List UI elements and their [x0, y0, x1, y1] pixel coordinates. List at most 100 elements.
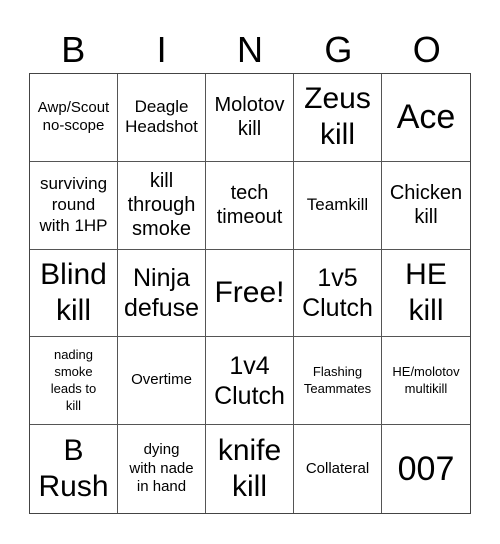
- bingo-cell-line: in hand: [136, 478, 187, 496]
- header-letter-b: B: [61, 29, 86, 70]
- header-letter-o: O: [412, 29, 441, 70]
- bingo-cell-label: Chicken kill: [390, 181, 462, 229]
- bingo-cell[interactable]: tech timeout: [206, 161, 294, 250]
- bingo-cell-line: kill: [232, 470, 267, 504]
- bingo-cell-line: kill: [149, 170, 174, 193]
- bingo-cell[interactable]: nading smoke leads to kill: [30, 337, 118, 426]
- bingo-cell-line: through: [127, 194, 196, 217]
- bingo-cell-line: smoke: [54, 363, 93, 379]
- bingo-cell-label: Zeus kill: [304, 81, 371, 153]
- bingo-cell-line: 1v5: [317, 263, 358, 292]
- bingo-cell-line: kill: [65, 397, 82, 413]
- bingo-cell[interactable]: Ninja defuse: [118, 249, 206, 338]
- bingo-cell-label: tech timeout: [217, 181, 283, 229]
- bingo-cell[interactable]: Ace: [382, 74, 470, 162]
- bingo-cell-line: Zeus: [304, 82, 371, 116]
- bingo-cell[interactable]: Flashing Teammates: [294, 337, 382, 426]
- bingo-cell[interactable]: surviving round with 1HP: [30, 161, 118, 250]
- bingo-cell-line: Teammates: [303, 380, 372, 396]
- bingo-cell-line: Collateral: [305, 459, 370, 477]
- bingo-cell-line: knife: [217, 434, 282, 468]
- bingo-cell-line: Deagle: [134, 96, 189, 116]
- bingo-cell-line: nading: [53, 347, 94, 362]
- bingo-cell-line: B: [63, 434, 84, 468]
- bingo-cell-line: Ninja: [133, 263, 190, 292]
- bingo-cell-label: B Rush: [38, 433, 108, 505]
- bingo-cell-line: Chicken: [389, 182, 463, 205]
- bingo-cell-line: Headshot: [125, 117, 198, 137]
- bingo-cell-line: no-scope: [42, 117, 105, 135]
- bingo-cell-line: dying: [143, 440, 180, 458]
- bingo-cell-label: Free!: [214, 275, 284, 311]
- bingo-cell[interactable]: Teamkill: [294, 161, 382, 250]
- bingo-cell-line: Clutch: [214, 381, 285, 410]
- bingo-cell[interactable]: Molotov kill: [206, 74, 294, 162]
- bingo-cell[interactable]: 1v5 Clutch: [294, 249, 382, 338]
- bingo-cell-line: kill: [408, 293, 444, 327]
- bingo-cell-label: knife kill: [218, 433, 281, 505]
- bingo-cell-line: 1v4: [229, 351, 270, 380]
- bingo-cell-label: surviving round with 1HP: [39, 174, 107, 236]
- bingo-cell-line: smoke: [132, 218, 191, 241]
- bingo-cell-label: HE/molotov multikill: [392, 364, 459, 398]
- bingo-cell[interactable]: B Rush: [30, 425, 118, 513]
- bingo-cell[interactable]: Blind kill: [30, 249, 118, 338]
- bingo-cell[interactable]: Deagle Headshot: [118, 74, 206, 162]
- bingo-cell-line: Awp/Scout: [37, 98, 110, 116]
- bingo-cell-line: 007: [397, 449, 455, 488]
- bingo-cell-line: tech: [230, 182, 269, 205]
- bingo-cell-line: Rush: [38, 470, 109, 504]
- bingo-cell-line: Ace: [396, 98, 456, 136]
- bingo-cell-line: kill: [56, 293, 91, 327]
- bingo-cell-label: 1v4 Clutch: [214, 351, 285, 411]
- bingo-cell-free[interactable]: Free!: [206, 249, 294, 338]
- bingo-cell-line: Blind: [40, 257, 107, 291]
- bingo-cell[interactable]: 007: [382, 425, 470, 513]
- bingo-cell-line: defuse: [123, 293, 200, 322]
- bingo-cell-label: Molotov kill: [214, 93, 284, 141]
- bingo-cell-label: Blind kill: [40, 257, 107, 329]
- bingo-cell-label: Overtime: [131, 371, 192, 390]
- bingo-cell-line: timeout: [216, 206, 283, 229]
- bingo-cell[interactable]: Awp/Scout no-scope: [30, 74, 118, 162]
- bingo-cell-line: multikill: [404, 380, 448, 396]
- bingo-cell-label: Collateral: [306, 460, 369, 479]
- bingo-cell-label: 007: [398, 449, 455, 490]
- header-letter-i: I: [156, 29, 167, 70]
- bingo-cell-line: leads to: [50, 380, 97, 396]
- bingo-cell-label: Ninja defuse: [124, 263, 199, 323]
- bingo-cell[interactable]: Collateral: [294, 425, 382, 513]
- bingo-cell-label: Teamkill: [307, 195, 368, 216]
- bingo-cell[interactable]: HE kill: [382, 250, 470, 338]
- bingo-cell-label: Flashing Teammates: [304, 364, 371, 398]
- bingo-cell[interactable]: Overtime: [118, 337, 206, 426]
- bingo-cell-line: HE/molotov: [392, 363, 460, 379]
- bingo-cell-label: 1v5 Clutch: [302, 263, 373, 323]
- bingo-cell-line: HE: [405, 257, 447, 291]
- bingo-cell-line: with nade: [129, 459, 194, 477]
- bingo-cell[interactable]: Chicken kill: [382, 162, 470, 250]
- bingo-cell[interactable]: kill through smoke: [118, 161, 206, 250]
- bingo-cell-label: dying with nade in hand: [129, 441, 193, 497]
- bingo-cell[interactable]: HE/molotov multikill: [382, 337, 470, 426]
- bingo-cell-line: with 1HP: [39, 215, 108, 235]
- bingo-cell[interactable]: Zeus kill: [294, 74, 382, 162]
- header-letter-n: N: [236, 29, 263, 70]
- bingo-cell-label: Ace: [397, 97, 456, 138]
- bingo-cell-line: round: [51, 194, 96, 214]
- bingo-cell-line: Flashing: [312, 363, 363, 379]
- bingo-card-grid: Awp/Scout no-scope Deagle Headshot Molotov ki…: [29, 73, 471, 514]
- bingo-cell[interactable]: 1v4 Clutch: [206, 337, 294, 426]
- bingo-cell-label: HE kill: [405, 257, 447, 329]
- bingo-cell-line: kill: [414, 206, 438, 229]
- bingo-cell[interactable]: knife kill: [206, 425, 294, 513]
- bingo-header: B I N G O: [29, 28, 471, 72]
- bingo-cell-line: surviving: [39, 174, 108, 194]
- bingo-cell-line: Clutch: [302, 293, 373, 322]
- bingo-cell[interactable]: dying with nade in hand: [118, 425, 206, 513]
- bingo-cell-label: Deagle Headshot: [125, 97, 198, 138]
- bingo-cell-label: Awp/Scout no-scope: [38, 99, 109, 137]
- bingo-cell-line: kill: [319, 118, 355, 152]
- bingo-cell-line: Free!: [214, 275, 285, 309]
- bingo-cell-label: nading smoke leads to kill: [51, 347, 97, 415]
